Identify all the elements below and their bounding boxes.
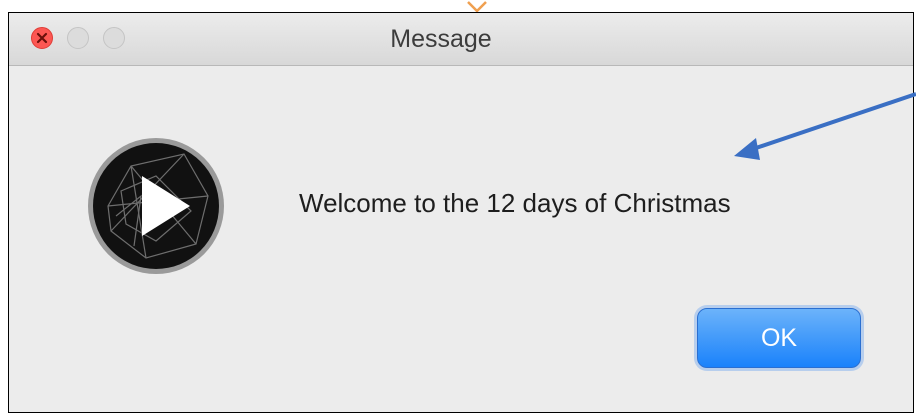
play-icon	[88, 138, 224, 274]
message-text: Welcome to the 12 days of Christmas	[299, 188, 731, 218]
ok-button[interactable]: OK	[697, 308, 861, 368]
annotation-arrow-icon	[734, 92, 916, 160]
title-bar[interactable]: Message	[9, 13, 913, 66]
window-title: Message	[390, 25, 492, 53]
screenshot-page: Message Welcome to the 12 days of Christ…	[0, 0, 916, 417]
message-dialog: Message Welcome to the 12 days of Christ…	[8, 12, 914, 413]
